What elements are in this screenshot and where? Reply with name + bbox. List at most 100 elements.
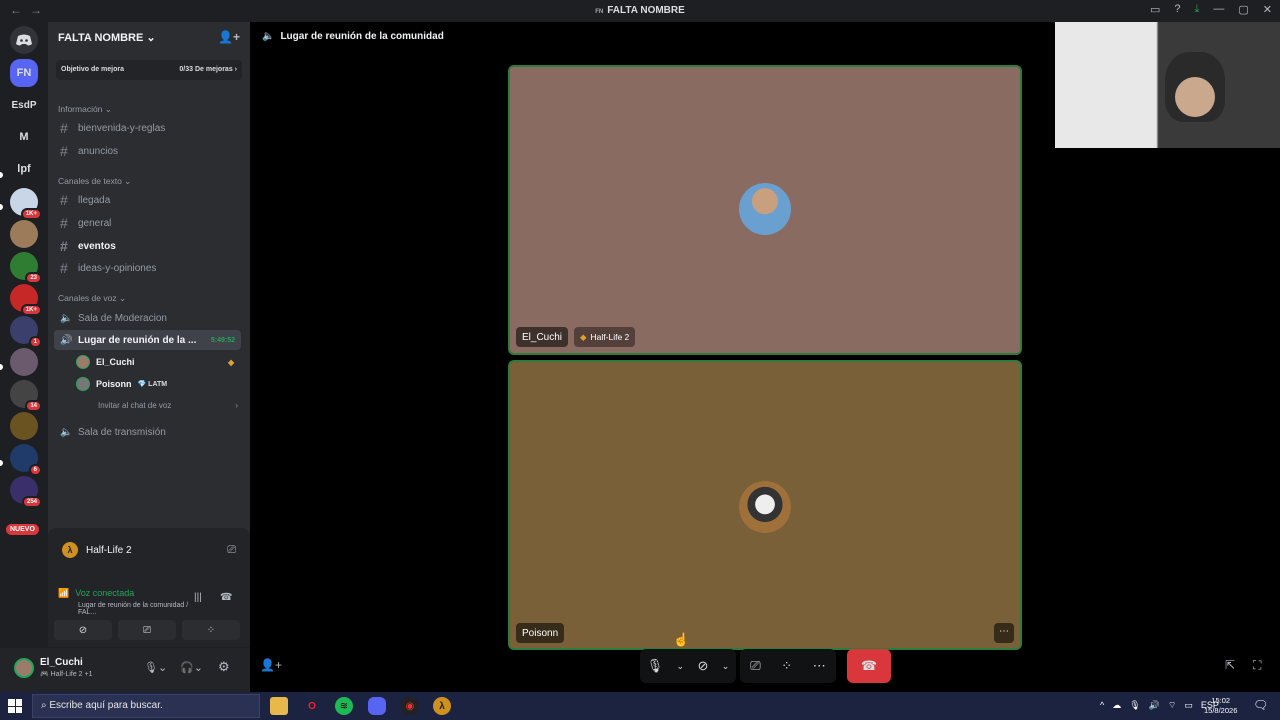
channel-eventos[interactable]: # eventos [54, 236, 241, 256]
invite-user-icon[interactable]: 👤+ [218, 30, 240, 44]
guild-avatar[interactable]: 14 [10, 380, 42, 412]
more-icon[interactable]: ⋯ [813, 658, 826, 674]
window-title: FN FALTA NOMBRE [595, 5, 685, 16]
chevron-up-icon[interactable]: ^ [1100, 700, 1104, 711]
channel-moderacion[interactable]: 🔈 Sala de Moderacion [54, 308, 241, 328]
half-life-icon[interactable]: λ [433, 697, 451, 715]
signal-icon: 📶 [58, 588, 70, 598]
new-badge: NUEVO [6, 524, 39, 535]
category-voice[interactable]: Canales de voz ⌄ [58, 293, 126, 304]
category-info[interactable]: Información ⌄ [58, 104, 112, 115]
minimize-icon[interactable]: — [1213, 3, 1224, 16]
windows-start-icon[interactable] [8, 699, 22, 713]
help-icon[interactable]: ? [1174, 3, 1180, 16]
channel-llegada[interactable]: # llegada [54, 190, 241, 210]
disconnect-button[interactable]: ☎ [847, 649, 891, 683]
noise-suppression-icon[interactable]: ||| [194, 592, 202, 603]
unread-pill [0, 172, 3, 178]
notifications-icon[interactable]: 🗨 [1253, 698, 1268, 712]
title-bar: ←→ FN FALTA NOMBRE ▭ ? ⤓ — ▢ ✕ [0, 0, 1280, 22]
name-tag: El_Cuchi [516, 327, 569, 347]
file-explorer-icon[interactable] [270, 697, 288, 715]
channel-bienvenida[interactable]: # bienvenida-y-reglas [54, 118, 241, 138]
mic-icon[interactable]: 🎙 [1129, 700, 1140, 711]
screen-share-icon[interactable]: ⎚ [227, 544, 236, 557]
chevron-down-icon[interactable]: ⌄ [677, 661, 685, 672]
voice-status-subtitle[interactable]: Lugar de reunión de la comunidad / FAL..… [78, 602, 208, 616]
guild-avatar[interactable]: 6 [10, 444, 42, 476]
video-tile-poisonn[interactable]: Poisonn ⋯ [508, 360, 1022, 650]
discord-taskbar-icon[interactable] [368, 697, 386, 715]
mic-icon[interactable]: 🎙⌄ [144, 661, 167, 674]
camera-off-icon[interactable]: ⊘ [697, 658, 708, 674]
guild-avatar[interactable]: 1 [10, 316, 42, 348]
battery-icon[interactable]: ▭ [1184, 700, 1193, 711]
channel-reunion[interactable]: 🔊 Lugar de reunión de la ... 5:49:52 [54, 330, 241, 350]
channel-anuncios[interactable]: # anuncios [54, 141, 241, 161]
channel-general[interactable]: # general [54, 213, 241, 233]
boost-goal[interactable]: Objetivo de mejora 0/33 De mejoras › [56, 60, 242, 80]
network-icon[interactable]: ⌔ [1168, 700, 1176, 711]
close-icon[interactable]: ✕ [1263, 3, 1272, 16]
channel-ideas[interactable]: # ideas-y-opiniones [54, 258, 241, 278]
popout-icon[interactable]: ⇱ [1225, 658, 1235, 672]
guild-avatar[interactable] [10, 220, 38, 248]
unread-pill [0, 460, 3, 466]
invite-user-icon[interactable]: 👤+ [260, 658, 282, 672]
guild-avatar[interactable] [10, 412, 38, 440]
spotify-icon[interactable]: ≋ [335, 697, 353, 715]
hash-icon: # [60, 120, 68, 136]
server-list: FN EsdP M lpf 1K+ 23 1K+ 1 14 6 254 NUEV… [0, 22, 48, 692]
face [1175, 77, 1215, 117]
mic-icon[interactable]: 🎙 [647, 658, 664, 674]
clock[interactable]: 15:02 15/8/2026 [1204, 696, 1237, 716]
guild-lpf[interactable]: lpf [10, 155, 38, 183]
guild-avatar[interactable]: 254 [10, 476, 42, 508]
guild-esdp[interactable]: EsdP [10, 91, 38, 119]
guild-avatar[interactable]: 23 [10, 252, 42, 284]
hash-icon: # [60, 260, 68, 276]
video-tile-el-cuchi[interactable]: El_Cuchi ◆ Half-Life 2 [508, 65, 1022, 355]
camera-off-button[interactable]: ⊘ [54, 620, 112, 640]
discord-home-icon[interactable] [10, 26, 38, 54]
webcam-preview[interactable] [1055, 22, 1280, 148]
share-screen-button[interactable]: ⎚ [118, 620, 176, 640]
guild-avatar[interactable]: 1K+ [10, 284, 42, 316]
hang-up-icon: ☎ [860, 658, 878, 673]
guild-avatar[interactable] [10, 348, 38, 376]
guild-fn[interactable]: FN [10, 59, 38, 87]
taskbar-search[interactable]: ⌕ Escribe aquí para buscar. [32, 694, 260, 718]
avatar [76, 355, 90, 369]
chevron-down-icon[interactable]: ⌄ [722, 661, 730, 672]
guild-m[interactable]: M [10, 123, 38, 151]
half-life-icon: ◆ [580, 331, 587, 342]
category-text[interactable]: Canales de texto ⌄ [58, 176, 131, 187]
channel-transmision[interactable]: 🔈 Sala de transmisión [54, 422, 241, 442]
volume-icon[interactable]: 🔊 [1149, 700, 1160, 711]
activities-button[interactable]: ⁘ [182, 620, 240, 640]
cloud-icon[interactable]: ☁ [1112, 700, 1121, 711]
screen-share-icon: ⎚ [143, 624, 151, 636]
opera-icon[interactable]: O [303, 697, 321, 715]
voice-user[interactable]: El_Cuchi ◆ [76, 353, 234, 371]
user-status: 🎮 Half-Life 2 +1 [40, 671, 93, 678]
fullscreen-icon[interactable]: ⛶ [1253, 658, 1261, 673]
server-header[interactable]: FALTA NOMBRE ⌄ 👤+ [48, 22, 250, 54]
speaker-icon: 🔊 [60, 334, 73, 346]
app-icon[interactable]: ◉ [401, 697, 419, 715]
voice-user[interactable]: Poisonn 💎 LATM [76, 375, 167, 393]
more-options-icon[interactable]: ⋯ [994, 623, 1014, 643]
headphones-icon[interactable]: 🎧⌄ [180, 661, 203, 674]
activity-card[interactable]: λ Half-Life 2 ⎚ [48, 528, 250, 572]
speaker-icon: 🔈 [262, 31, 275, 42]
screen-share-icon[interactable]: ⎚ [750, 658, 760, 674]
settings-icon[interactable]: ⚙ [218, 659, 230, 675]
maximize-icon[interactable]: ▢ [1238, 3, 1248, 16]
guild-avatar[interactable]: 1K+ [10, 188, 42, 220]
disconnect-icon[interactable]: ☎ [220, 592, 232, 603]
inbox-icon[interactable]: ▭ [1150, 3, 1160, 16]
avatar[interactable] [14, 658, 34, 678]
invite-voice-link[interactable]: Invitar al chat de voz › [98, 396, 238, 414]
download-icon[interactable]: ⤓ [1195, 3, 1200, 16]
activities-icon[interactable]: ⁘ [781, 658, 792, 674]
